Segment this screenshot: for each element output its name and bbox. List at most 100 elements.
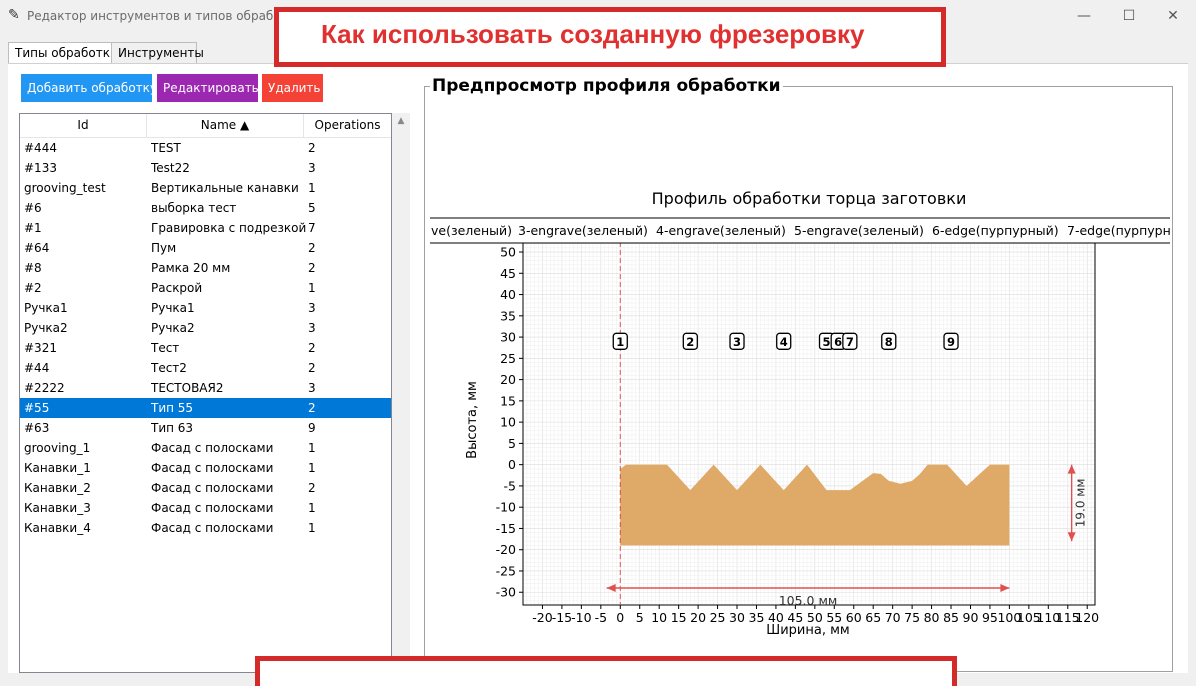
scroll-up-icon[interactable]: ▲ bbox=[392, 113, 410, 129]
cell-operations: 1 bbox=[308, 501, 316, 515]
table-row[interactable]: #63 Тип 63 9 bbox=[20, 418, 391, 438]
cell-operations: 3 bbox=[308, 381, 316, 395]
tab-tools[interactable]: Инструменты bbox=[111, 42, 204, 64]
table-row[interactable]: #6 выборка тест 5 bbox=[20, 198, 391, 218]
cell-operations: 2 bbox=[308, 361, 316, 375]
table-row[interactable]: #8 Рамка 20 мм 2 bbox=[20, 258, 391, 278]
table-row[interactable]: #321 Тест 2 bbox=[20, 338, 391, 358]
cell-id: #321 bbox=[24, 341, 57, 355]
x-tick-label: -20 bbox=[532, 610, 552, 625]
cell-operations: 2 bbox=[308, 141, 316, 155]
x-tick-label: -10 bbox=[571, 610, 591, 625]
maximize-button[interactable]: ☐ bbox=[1109, 3, 1149, 29]
close-window-button[interactable]: ✕ bbox=[1153, 3, 1193, 29]
cell-operations: 2 bbox=[308, 261, 316, 275]
cell-id: #63 bbox=[24, 421, 50, 435]
cell-id: #2 bbox=[24, 281, 42, 295]
table-scrollbar[interactable]: ▲ bbox=[392, 113, 410, 673]
table-row[interactable]: #2 Раскрой 1 bbox=[20, 278, 391, 298]
operation-marker-label: 5 bbox=[823, 335, 831, 349]
table-row[interactable]: #133 Test22 3 bbox=[20, 158, 391, 178]
column-header-id[interactable]: Id bbox=[20, 114, 147, 137]
cell-name: Фасад с полосками bbox=[151, 461, 274, 475]
cell-operations: 1 bbox=[308, 521, 316, 535]
y-tick-label: 15 bbox=[500, 393, 516, 408]
table-row[interactable]: grooving_1 Фасад с полосками 1 bbox=[20, 438, 391, 458]
cell-operations: 5 bbox=[308, 201, 316, 215]
table-row[interactable]: Ручка2 Ручка2 3 bbox=[20, 318, 391, 338]
table-row[interactable]: Ручка1 Ручка1 3 bbox=[20, 298, 391, 318]
cell-name: Ручка2 bbox=[151, 321, 195, 335]
cell-id: Канавки_2 bbox=[24, 481, 91, 495]
cell-id: #133 bbox=[24, 161, 57, 175]
table-row[interactable]: #64 Пум 2 bbox=[20, 238, 391, 258]
cell-id: #8 bbox=[24, 261, 42, 275]
operation-marker-label: 3 bbox=[733, 335, 741, 349]
table-row[interactable]: grooving_test Вертикальные канавки 1 bbox=[20, 178, 391, 198]
x-tick-label: 35 bbox=[749, 610, 765, 625]
y-tick-label: -25 bbox=[496, 563, 516, 578]
x-axis-label: Ширина, мм bbox=[766, 623, 849, 638]
table-row[interactable]: Канавки_2 Фасад с полосками 2 bbox=[20, 478, 391, 498]
x-tick-label: 25 bbox=[710, 610, 726, 625]
x-tick-label: 75 bbox=[904, 610, 920, 625]
cell-name: Фасад с полосками bbox=[151, 521, 274, 535]
y-tick-label: 20 bbox=[500, 372, 516, 387]
cell-name: Пум bbox=[151, 241, 177, 255]
y-tick-label: 40 bbox=[500, 287, 516, 302]
x-tick-label: 20 bbox=[690, 610, 706, 625]
table-row[interactable]: Канавки_1 Фасад с полосками 1 bbox=[20, 458, 391, 478]
tab-processing-types[interactable]: Типы обработки bbox=[8, 42, 118, 64]
table-row[interactable]: #444 TEST 2 bbox=[20, 138, 391, 158]
column-header-operations[interactable]: Operations bbox=[304, 114, 391, 137]
y-tick-label: 35 bbox=[500, 308, 516, 323]
processing-types-table[interactable]: Id Name ▲ Operations #444 TEST 2 #133 Test22… bbox=[19, 113, 392, 673]
cell-operations: 1 bbox=[308, 441, 316, 455]
legend-item: 6-edge(пурпурный) bbox=[932, 223, 1059, 238]
cell-operations: 2 bbox=[308, 341, 316, 355]
y-tick-label: -10 bbox=[496, 500, 516, 515]
cell-operations: 7 bbox=[308, 221, 316, 235]
profile-chart: Профиль обработки торца заготовки -20 -15… bbox=[426, 100, 1172, 650]
cell-operations: 2 bbox=[308, 481, 316, 495]
y-tick-label: 45 bbox=[500, 266, 516, 281]
cell-id: #6 bbox=[24, 201, 42, 215]
preview-label: Предпросмотр профиля обработки bbox=[430, 76, 783, 96]
cell-id: #55 bbox=[24, 401, 50, 415]
operation-marker-label: 7 bbox=[846, 335, 854, 349]
table-row[interactable]: #55 Тип 55 2 bbox=[20, 398, 391, 418]
table-row[interactable]: #1 Гравировка с подрезкой 7 bbox=[20, 218, 391, 238]
cell-name: Фасад с полосками bbox=[151, 481, 274, 495]
feather-icon: ✎ bbox=[8, 7, 20, 23]
cell-name: Фасад с полосками bbox=[151, 501, 274, 515]
table-row[interactable]: Канавки_4 Фасад с полосками 1 bbox=[20, 518, 391, 538]
cell-id: Ручка2 bbox=[24, 321, 68, 335]
edit-button[interactable]: Редактировать bbox=[157, 74, 259, 102]
x-tick-label: 5 bbox=[636, 610, 644, 625]
add-processing-button[interactable]: Добавить обработку bbox=[21, 74, 157, 102]
x-tick-label: 10 bbox=[651, 610, 667, 625]
table-row[interactable]: #2222 ТЕСТОВАЯ2 3 bbox=[20, 378, 391, 398]
legend-item: 7-edge(пурпурн bbox=[1067, 223, 1171, 238]
y-tick-label: 0 bbox=[508, 457, 516, 472]
cell-id: Канавки_1 bbox=[24, 461, 91, 475]
delete-button[interactable]: Удалить bbox=[262, 74, 323, 102]
cell-operations: 3 bbox=[308, 301, 316, 315]
y-tick-label: 50 bbox=[500, 245, 516, 260]
cell-id: #64 bbox=[24, 241, 50, 255]
table-row[interactable]: #44 Тест2 2 bbox=[20, 358, 391, 378]
x-tick-label: 80 bbox=[924, 610, 940, 625]
cell-name: Рамка 20 мм bbox=[151, 261, 231, 275]
y-tick-label: 25 bbox=[500, 351, 516, 366]
column-header-name[interactable]: Name ▲ bbox=[147, 114, 304, 137]
operation-marker-label: 4 bbox=[780, 335, 788, 349]
x-tick-label: 95 bbox=[982, 610, 998, 625]
operation-marker-label: 2 bbox=[686, 335, 694, 349]
table-row[interactable]: Канавки_3 Фасад с полосками 1 bbox=[20, 498, 391, 518]
x-tick-label: -5 bbox=[595, 610, 607, 625]
cell-operations: 3 bbox=[308, 321, 316, 335]
cell-name: Гравировка с подрезкой bbox=[151, 221, 307, 235]
minimize-button[interactable]: — bbox=[1064, 3, 1104, 29]
height-dimension-label: 19.0 мм bbox=[1074, 479, 1088, 528]
operation-marker-label: 8 bbox=[885, 335, 893, 349]
